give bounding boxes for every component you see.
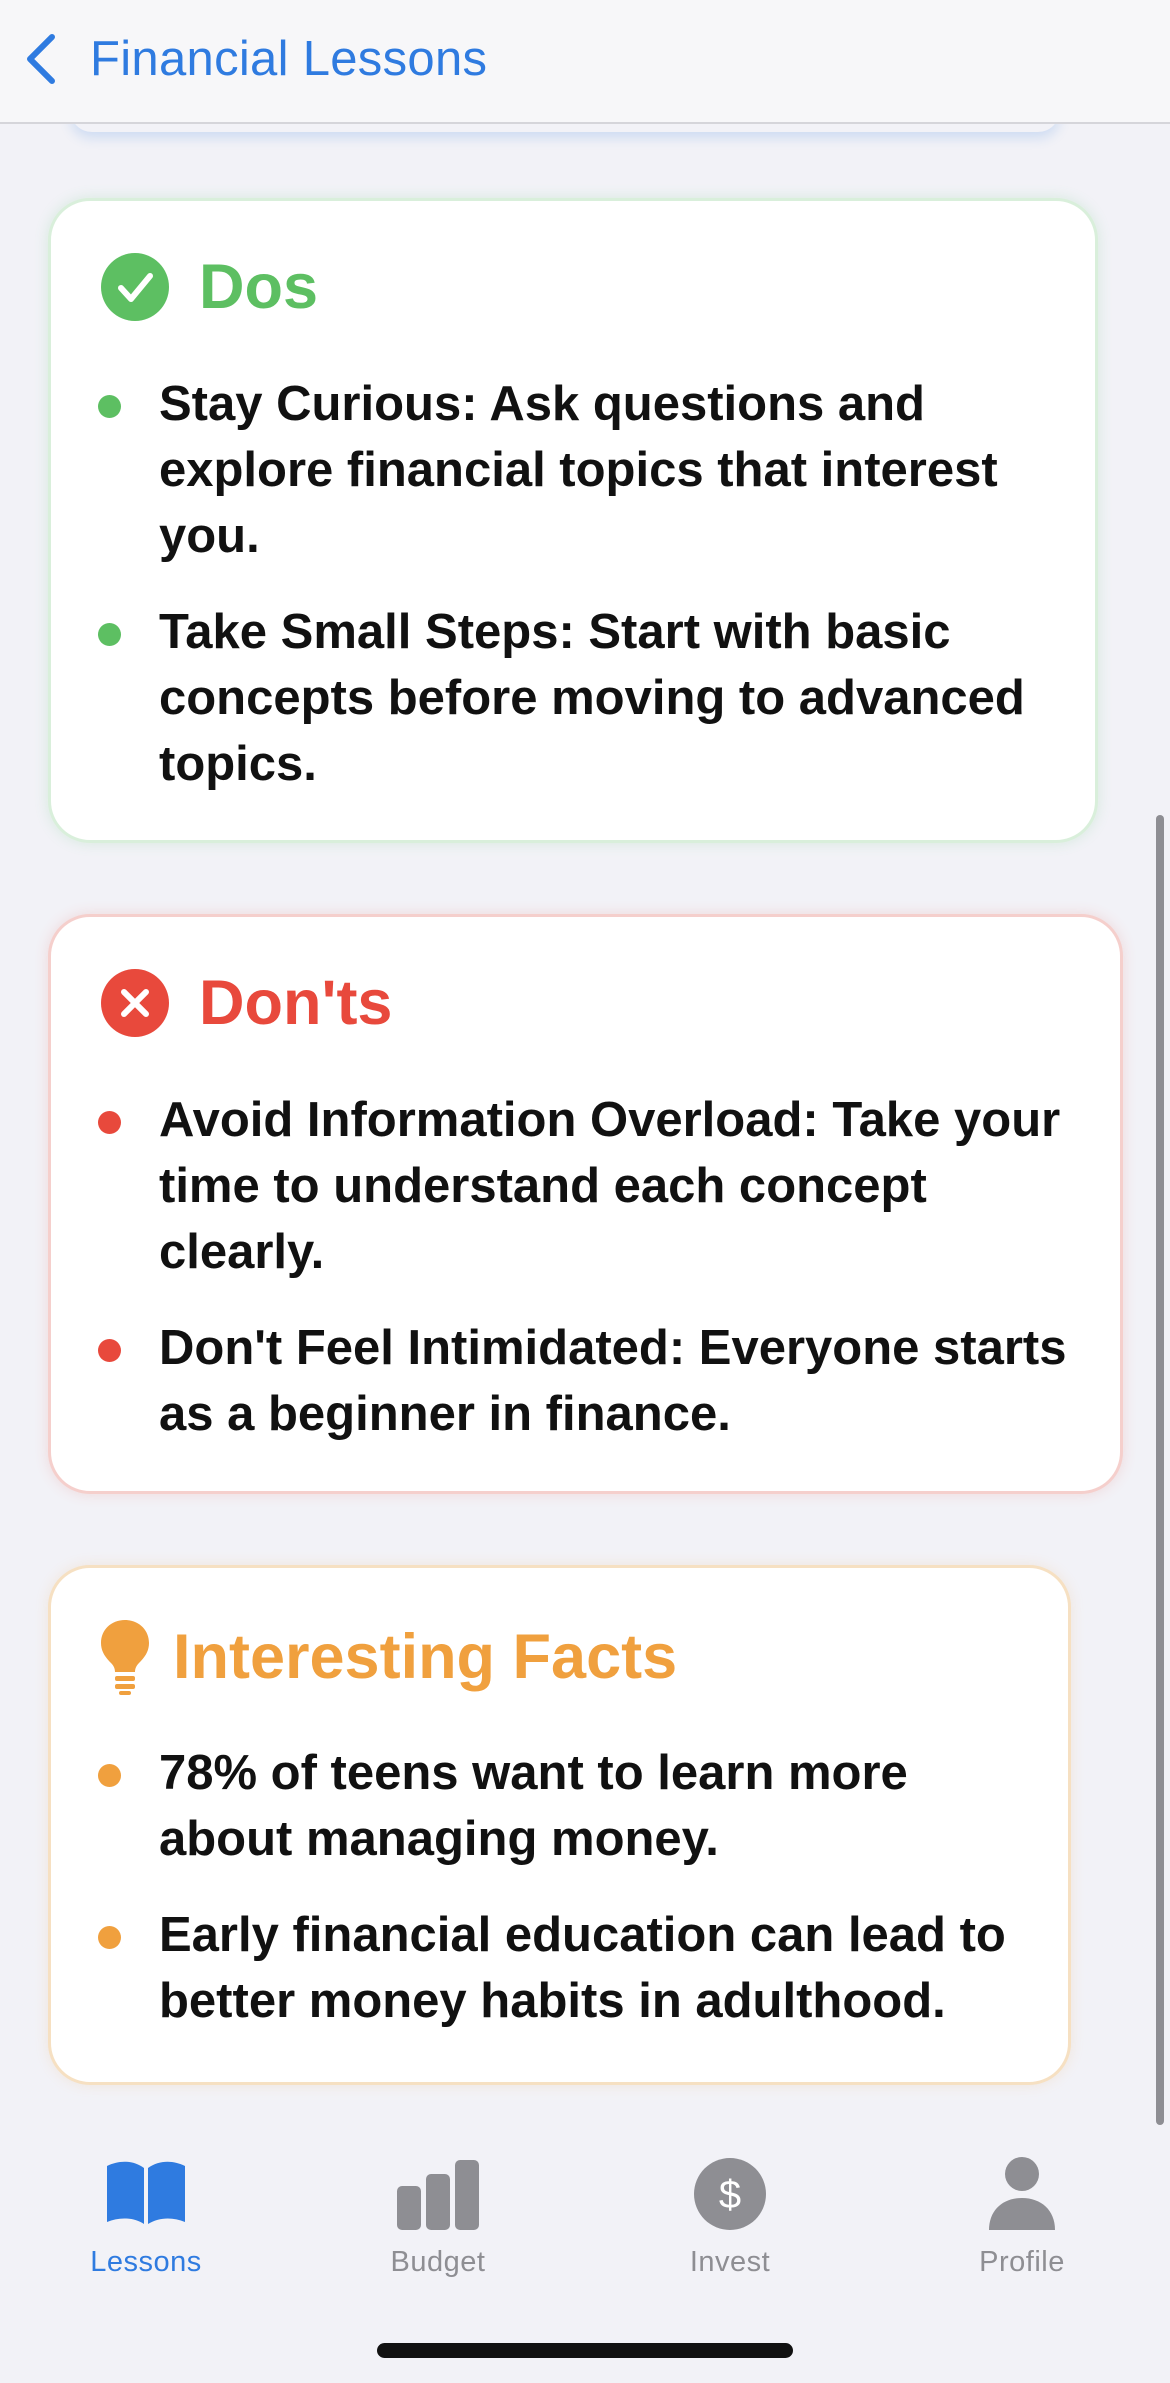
facts-list: 78% of teens want to learn more about ma…	[51, 1740, 1041, 2064]
tab-budget[interactable]: Budget	[292, 2130, 584, 2280]
tab-label: Budget	[390, 2246, 486, 2278]
donts-list: Avoid Information Overload: Take your ti…	[51, 1087, 1091, 1477]
person-icon	[989, 2157, 1055, 2230]
scrollbar[interactable]	[1156, 815, 1164, 2125]
list-item: 78% of teens want to learn more about ma…	[51, 1740, 1041, 1872]
lightbulb-icon	[101, 1620, 149, 1695]
facts-title: Interesting Facts	[173, 1622, 678, 1692]
list-item: Early financial education can lead to be…	[51, 1902, 1041, 2034]
list-item-text: Avoid Information Overload: Take your ti…	[159, 1093, 1061, 1279]
list-item: Don't Feel Intimidated: Everyone starts …	[51, 1315, 1091, 1447]
chevron-left-icon	[27, 34, 55, 84]
bullet-dot	[98, 623, 121, 646]
facts-card: Interesting Facts 78% of teens want to l…	[48, 1565, 1071, 2085]
bar-chart-icon	[397, 2160, 479, 2230]
bullet-dot	[98, 1339, 121, 1362]
xmark-circle-icon	[101, 969, 169, 1037]
tab-lessons[interactable]: Lessons	[0, 2130, 292, 2280]
tab-invest[interactable]: $ Invest	[584, 2130, 876, 2280]
back-button[interactable]: Financial Lessons	[22, 24, 487, 94]
facts-header: Interesting Facts	[99, 1618, 677, 1696]
nav-title: Financial Lessons	[90, 32, 488, 86]
dos-card: Dos Stay Curious: Ask questions and expl…	[48, 198, 1098, 843]
donts-header: Don'ts	[101, 967, 392, 1039]
checkmark-circle-icon	[101, 253, 169, 321]
dos-title: Dos	[199, 252, 319, 322]
tab-label: Lessons	[90, 2246, 202, 2278]
bullet-dot	[98, 1111, 121, 1134]
tab-profile[interactable]: Profile	[876, 2130, 1168, 2280]
list-item-text: Early financial education can lead to be…	[159, 1908, 1006, 2028]
tab-label: Profile	[979, 2246, 1065, 2278]
bullet-dot	[98, 1764, 121, 1787]
book-icon	[107, 2161, 185, 2224]
bullet-dot	[98, 395, 121, 418]
bullet-dot	[98, 1926, 121, 1949]
dos-list: Stay Curious: Ask questions and explore …	[51, 371, 1051, 827]
list-item-text: 78% of teens want to learn more about ma…	[159, 1746, 908, 1866]
list-item: Take Small Steps: Start with basic conce…	[51, 599, 1051, 797]
home-indicator[interactable]	[377, 2343, 793, 2358]
dos-header: Dos	[101, 251, 318, 323]
tab-label: Invest	[689, 2246, 771, 2278]
list-item-text: Stay Curious: Ask questions and explore …	[159, 377, 998, 563]
list-item: Stay Curious: Ask questions and explore …	[51, 371, 1051, 569]
dollar-glyph: $	[719, 2173, 741, 2217]
list-item-text: Take Small Steps: Start with basic conce…	[159, 605, 1025, 791]
navigation-bar: Financial Lessons	[0, 0, 1170, 124]
donts-card: Don'ts Avoid Information Overload: Take …	[48, 914, 1123, 1494]
dollar-circle-icon: $	[694, 2158, 766, 2230]
donts-title: Don'ts	[199, 968, 393, 1038]
list-item: Avoid Information Overload: Take your ti…	[51, 1087, 1091, 1285]
list-item-text: Don't Feel Intimidated: Everyone starts …	[159, 1321, 1067, 1441]
